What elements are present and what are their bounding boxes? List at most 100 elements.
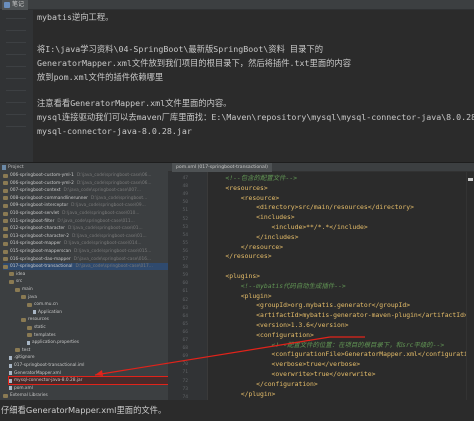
- folder-icon: [3, 393, 8, 398]
- tree-item[interactable]: 015-springboot-mapperscan D:\java_code\sp…: [3, 248, 168, 255]
- editor-tab-pom[interactable]: pom.xml (017-springboot-transactional): [172, 163, 272, 172]
- gutter-mark: [6, 114, 26, 115]
- folder-icon: [15, 348, 20, 353]
- tree-item[interactable]: main: [15, 286, 168, 293]
- tree-item[interactable]: 012-springboot-character D:\java_code\spr…: [3, 225, 168, 232]
- tree-item-label: GeneratorMapper.xml: [14, 370, 61, 376]
- tree-item[interactable]: java: [21, 294, 168, 301]
- tree-item[interactable]: 006-springboot-custom-yml-1 D:\java_code\…: [3, 172, 168, 179]
- file-icon: [9, 355, 12, 360]
- tree-item-path: D:\java_code\springboot-case\007...: [63, 188, 141, 194]
- tree-item-path: D:\java_code\springboot-case\017...: [75, 264, 153, 270]
- tree-item-label: main: [22, 287, 33, 292]
- tree-item[interactable]: Application: [33, 309, 168, 316]
- file-icon: [27, 340, 30, 345]
- tree-item-label: pom.xml: [14, 385, 33, 391]
- line-number: 54: [182, 232, 188, 238]
- notes-line: 注意看看GeneratorMapper.xml文件里面的内容。: [37, 98, 232, 108]
- tree-item[interactable]: 006-springboot-custom-yml-2 D:\java_code\…: [3, 180, 168, 187]
- folder-icon: [9, 279, 14, 284]
- folder-icon: [3, 188, 8, 193]
- tree-item[interactable]: .gitignore: [9, 354, 168, 361]
- tree-item[interactable]: application.properties: [27, 339, 168, 346]
- line-number: 62: [182, 297, 188, 303]
- tree-item[interactable]: 009-springboot-interceptor D:\java_code\s…: [3, 202, 168, 209]
- notes-line: mysql连接驱动我们可以去maven厂库里面找：E:\Maven\reposi…: [37, 112, 474, 122]
- gutter-mark: [6, 126, 26, 127]
- editor-scrollbar[interactable]: [466, 172, 474, 401]
- code-editor[interactable]: <!--包含的配置文件--> <resources> <resource> <d…: [210, 172, 466, 401]
- folder-icon: [27, 333, 32, 338]
- gutter-mark: [6, 18, 26, 19]
- line-number: 68: [182, 346, 188, 352]
- tree-item-label: .gitignore: [14, 355, 35, 361]
- tree-item-path: D:\java_code\springboot-case\014...: [64, 241, 142, 247]
- file-icon: [9, 378, 12, 383]
- notes-tabbar: 笔记: [0, 0, 474, 10]
- tree-item[interactable]: 016-springboot-dao-mapper D:\java_code\sp…: [3, 256, 168, 263]
- line-number: 47: [182, 176, 188, 181]
- tree-item[interactable]: 017-springboot-transactional.iml: [9, 362, 168, 369]
- tree-item[interactable]: 013-springboot-character-2 D:\java_code\s…: [3, 233, 168, 240]
- notes-line: GeneratorMapper.xml文件放到我们项目的根目录下，然后将插件.t…: [37, 58, 352, 68]
- line-number: 72: [182, 378, 188, 384]
- tree-item-label: static: [34, 325, 46, 330]
- folder-icon: [27, 302, 32, 307]
- tree-item[interactable]: GeneratorMapper.xml: [9, 370, 168, 377]
- tree-item[interactable]: 010-springboot-servlet D:\java_code\sprin…: [3, 210, 168, 217]
- folder-icon: [3, 264, 8, 269]
- tree-item-label: com.mu.cn: [34, 302, 58, 308]
- tree-item-label: 010-springboot-servlet: [10, 211, 60, 216]
- tree-item[interactable]: test: [15, 347, 168, 354]
- tree-item-label: 009-springboot-interceptor: [10, 203, 69, 209]
- tree-item[interactable]: static: [27, 324, 168, 331]
- tree-item-label: 016-springboot-dao-mapper: [10, 256, 71, 262]
- folder-icon: [3, 181, 8, 186]
- tree-item-label: Application: [38, 309, 63, 315]
- tree-item-label: resources: [28, 317, 49, 323]
- tree-item[interactable]: mysql-connector-java-8.0.28.jar: [8, 376, 168, 386]
- project-tree: 006-springboot-custom-yml-1 D:\java_code\…: [0, 172, 168, 401]
- notes-tab[interactable]: 笔记: [2, 0, 29, 10]
- tree-item-label: 014-springboot-mapper: [10, 241, 62, 247]
- tree-item[interactable]: pom.xml: [9, 385, 168, 392]
- line-number: 57: [182, 257, 188, 262]
- tree-item[interactable]: 008-springboot-commandlinerunner D:\java_…: [3, 195, 168, 202]
- tree-item[interactable]: 017-springboot-transactional D:\java_code…: [3, 263, 168, 271]
- line-number: 49: [182, 192, 188, 198]
- tree-item[interactable]: resources: [21, 316, 168, 323]
- folder-icon: [3, 219, 8, 224]
- tree-item-label: 012-springboot-character: [10, 226, 65, 232]
- project-header[interactable]: Project: [0, 163, 168, 172]
- tree-item[interactable]: templates: [27, 332, 168, 339]
- tree-item[interactable]: External Libraries: [3, 392, 168, 399]
- line-number: 53: [182, 224, 188, 230]
- tree-item-label: 013-springboot-character-2: [10, 233, 69, 239]
- tree-item[interactable]: idea: [9, 271, 168, 278]
- tree-item[interactable]: src: [9, 278, 168, 285]
- gutter-mark: [6, 66, 26, 67]
- line-number: 63: [182, 305, 188, 311]
- tree-item[interactable]: 014-springboot-mapper D:\java_code\spring…: [3, 240, 168, 247]
- scroll-marker: [468, 178, 473, 181]
- tree-item[interactable]: 011-springboot-filter D:\java_code\spring…: [3, 218, 168, 225]
- folder-icon: [15, 287, 20, 292]
- line-number: 61: [182, 289, 188, 295]
- tree-item-path: D:\java_code\springboot-case\016...: [73, 256, 152, 262]
- line-number: 60: [182, 281, 188, 287]
- folder-icon: [3, 211, 8, 216]
- line-number: 67: [182, 338, 188, 343]
- tree-item-label: java: [28, 294, 38, 300]
- file-icon: [9, 363, 12, 368]
- folder-icon: [3, 241, 8, 246]
- tree-item[interactable]: 007-springboot-context D:\java_code\sprin…: [3, 187, 168, 194]
- line-number: 55: [182, 240, 188, 246]
- gutter-mark: [6, 30, 26, 31]
- file-icon: [33, 310, 36, 315]
- tree-item-label: 006-springboot-custom-yml-1: [10, 173, 74, 178]
- tree-item-path: D:\java_code\springboot-case\015...: [74, 249, 152, 254]
- folder-icon: [21, 317, 26, 322]
- folder-icon: [3, 203, 8, 208]
- tree-item-label: 006-springboot-custom-yml-2: [10, 180, 74, 186]
- tree-item[interactable]: com.mu.cn: [27, 301, 168, 308]
